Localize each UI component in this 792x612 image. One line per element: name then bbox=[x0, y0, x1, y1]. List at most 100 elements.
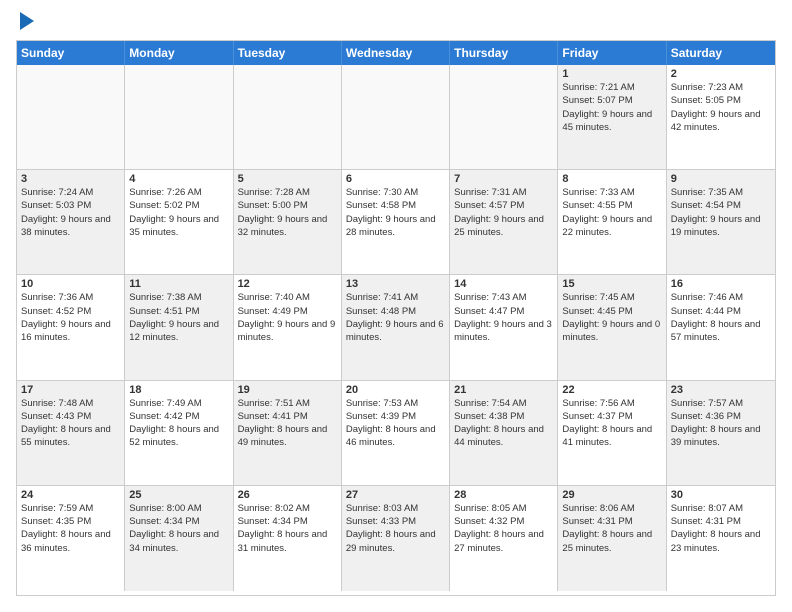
day-cell: 18Sunrise: 7:49 AM Sunset: 4:42 PM Dayli… bbox=[125, 381, 233, 485]
day-info: Sunrise: 8:00 AM Sunset: 4:34 PM Dayligh… bbox=[129, 502, 228, 555]
day-info: Sunrise: 8:06 AM Sunset: 4:31 PM Dayligh… bbox=[562, 502, 661, 555]
day-number: 22 bbox=[562, 384, 661, 396]
day-number: 19 bbox=[238, 384, 337, 396]
weekday-header: Saturday bbox=[667, 41, 775, 65]
calendar: SundayMondayTuesdayWednesdayThursdayFrid… bbox=[16, 40, 776, 596]
day-number: 14 bbox=[454, 278, 553, 290]
day-cell: 10Sunrise: 7:36 AM Sunset: 4:52 PM Dayli… bbox=[17, 275, 125, 379]
day-number: 5 bbox=[238, 173, 337, 185]
day-info: Sunrise: 7:33 AM Sunset: 4:55 PM Dayligh… bbox=[562, 186, 661, 239]
day-number: 20 bbox=[346, 384, 445, 396]
logo-arrow-icon bbox=[20, 12, 34, 30]
page: SundayMondayTuesdayWednesdayThursdayFrid… bbox=[0, 0, 792, 612]
day-number: 6 bbox=[346, 173, 445, 185]
empty-cell bbox=[450, 65, 558, 169]
weekday-header: Sunday bbox=[17, 41, 125, 65]
day-cell: 19Sunrise: 7:51 AM Sunset: 4:41 PM Dayli… bbox=[234, 381, 342, 485]
day-cell: 17Sunrise: 7:48 AM Sunset: 4:43 PM Dayli… bbox=[17, 381, 125, 485]
calendar-body: 1Sunrise: 7:21 AM Sunset: 5:07 PM Daylig… bbox=[17, 65, 775, 591]
day-info: Sunrise: 7:36 AM Sunset: 4:52 PM Dayligh… bbox=[21, 291, 120, 344]
day-info: Sunrise: 7:40 AM Sunset: 4:49 PM Dayligh… bbox=[238, 291, 337, 344]
empty-cell bbox=[234, 65, 342, 169]
weekday-header: Monday bbox=[125, 41, 233, 65]
day-info: Sunrise: 7:46 AM Sunset: 4:44 PM Dayligh… bbox=[671, 291, 771, 344]
day-cell: 20Sunrise: 7:53 AM Sunset: 4:39 PM Dayli… bbox=[342, 381, 450, 485]
day-info: Sunrise: 7:23 AM Sunset: 5:05 PM Dayligh… bbox=[671, 81, 771, 134]
day-info: Sunrise: 8:07 AM Sunset: 4:31 PM Dayligh… bbox=[671, 502, 771, 555]
day-cell: 4Sunrise: 7:26 AM Sunset: 5:02 PM Daylig… bbox=[125, 170, 233, 274]
day-info: Sunrise: 7:49 AM Sunset: 4:42 PM Dayligh… bbox=[129, 397, 228, 450]
day-info: Sunrise: 7:48 AM Sunset: 4:43 PM Dayligh… bbox=[21, 397, 120, 450]
day-cell: 9Sunrise: 7:35 AM Sunset: 4:54 PM Daylig… bbox=[667, 170, 775, 274]
weekday-header: Tuesday bbox=[234, 41, 342, 65]
day-number: 23 bbox=[671, 384, 771, 396]
day-number: 16 bbox=[671, 278, 771, 290]
day-info: Sunrise: 8:05 AM Sunset: 4:32 PM Dayligh… bbox=[454, 502, 553, 555]
calendar-row: 3Sunrise: 7:24 AM Sunset: 5:03 PM Daylig… bbox=[17, 170, 775, 275]
weekday-header: Wednesday bbox=[342, 41, 450, 65]
day-info: Sunrise: 7:51 AM Sunset: 4:41 PM Dayligh… bbox=[238, 397, 337, 450]
day-info: Sunrise: 8:03 AM Sunset: 4:33 PM Dayligh… bbox=[346, 502, 445, 555]
day-number: 13 bbox=[346, 278, 445, 290]
day-cell: 5Sunrise: 7:28 AM Sunset: 5:00 PM Daylig… bbox=[234, 170, 342, 274]
day-info: Sunrise: 7:35 AM Sunset: 4:54 PM Dayligh… bbox=[671, 186, 771, 239]
day-cell: 13Sunrise: 7:41 AM Sunset: 4:48 PM Dayli… bbox=[342, 275, 450, 379]
day-cell: 21Sunrise: 7:54 AM Sunset: 4:38 PM Dayli… bbox=[450, 381, 558, 485]
day-number: 26 bbox=[238, 489, 337, 501]
day-number: 1 bbox=[562, 68, 661, 80]
day-number: 18 bbox=[129, 384, 228, 396]
day-number: 17 bbox=[21, 384, 120, 396]
day-number: 29 bbox=[562, 489, 661, 501]
day-cell: 16Sunrise: 7:46 AM Sunset: 4:44 PM Dayli… bbox=[667, 275, 775, 379]
day-number: 2 bbox=[671, 68, 771, 80]
day-cell: 24Sunrise: 7:59 AM Sunset: 4:35 PM Dayli… bbox=[17, 486, 125, 591]
day-number: 25 bbox=[129, 489, 228, 501]
day-info: Sunrise: 7:38 AM Sunset: 4:51 PM Dayligh… bbox=[129, 291, 228, 344]
day-cell: 25Sunrise: 8:00 AM Sunset: 4:34 PM Dayli… bbox=[125, 486, 233, 591]
day-number: 9 bbox=[671, 173, 771, 185]
day-info: Sunrise: 7:54 AM Sunset: 4:38 PM Dayligh… bbox=[454, 397, 553, 450]
day-info: Sunrise: 7:53 AM Sunset: 4:39 PM Dayligh… bbox=[346, 397, 445, 450]
day-cell: 23Sunrise: 7:57 AM Sunset: 4:36 PM Dayli… bbox=[667, 381, 775, 485]
day-cell: 12Sunrise: 7:40 AM Sunset: 4:49 PM Dayli… bbox=[234, 275, 342, 379]
calendar-row: 24Sunrise: 7:59 AM Sunset: 4:35 PM Dayli… bbox=[17, 486, 775, 591]
day-cell: 30Sunrise: 8:07 AM Sunset: 4:31 PM Dayli… bbox=[667, 486, 775, 591]
day-cell: 26Sunrise: 8:02 AM Sunset: 4:34 PM Dayli… bbox=[234, 486, 342, 591]
day-info: Sunrise: 7:31 AM Sunset: 4:57 PM Dayligh… bbox=[454, 186, 553, 239]
weekday-header: Friday bbox=[558, 41, 666, 65]
day-info: Sunrise: 7:26 AM Sunset: 5:02 PM Dayligh… bbox=[129, 186, 228, 239]
calendar-row: 1Sunrise: 7:21 AM Sunset: 5:07 PM Daylig… bbox=[17, 65, 775, 170]
day-info: Sunrise: 7:57 AM Sunset: 4:36 PM Dayligh… bbox=[671, 397, 771, 450]
day-cell: 15Sunrise: 7:45 AM Sunset: 4:45 PM Dayli… bbox=[558, 275, 666, 379]
day-info: Sunrise: 7:45 AM Sunset: 4:45 PM Dayligh… bbox=[562, 291, 661, 344]
empty-cell bbox=[125, 65, 233, 169]
calendar-row: 17Sunrise: 7:48 AM Sunset: 4:43 PM Dayli… bbox=[17, 381, 775, 486]
day-number: 12 bbox=[238, 278, 337, 290]
day-cell: 6Sunrise: 7:30 AM Sunset: 4:58 PM Daylig… bbox=[342, 170, 450, 274]
day-cell: 22Sunrise: 7:56 AM Sunset: 4:37 PM Dayli… bbox=[558, 381, 666, 485]
day-cell: 1Sunrise: 7:21 AM Sunset: 5:07 PM Daylig… bbox=[558, 65, 666, 169]
day-number: 28 bbox=[454, 489, 553, 501]
calendar-header: SundayMondayTuesdayWednesdayThursdayFrid… bbox=[17, 41, 775, 65]
day-number: 7 bbox=[454, 173, 553, 185]
day-cell: 14Sunrise: 7:43 AM Sunset: 4:47 PM Dayli… bbox=[450, 275, 558, 379]
empty-cell bbox=[17, 65, 125, 169]
day-info: Sunrise: 7:24 AM Sunset: 5:03 PM Dayligh… bbox=[21, 186, 120, 239]
day-number: 4 bbox=[129, 173, 228, 185]
day-cell: 27Sunrise: 8:03 AM Sunset: 4:33 PM Dayli… bbox=[342, 486, 450, 591]
day-info: Sunrise: 7:21 AM Sunset: 5:07 PM Dayligh… bbox=[562, 81, 661, 134]
day-info: Sunrise: 7:59 AM Sunset: 4:35 PM Dayligh… bbox=[21, 502, 120, 555]
calendar-row: 10Sunrise: 7:36 AM Sunset: 4:52 PM Dayli… bbox=[17, 275, 775, 380]
day-cell: 28Sunrise: 8:05 AM Sunset: 4:32 PM Dayli… bbox=[450, 486, 558, 591]
day-number: 8 bbox=[562, 173, 661, 185]
day-info: Sunrise: 7:28 AM Sunset: 5:00 PM Dayligh… bbox=[238, 186, 337, 239]
weekday-header: Thursday bbox=[450, 41, 558, 65]
header bbox=[16, 16, 776, 30]
day-cell: 2Sunrise: 7:23 AM Sunset: 5:05 PM Daylig… bbox=[667, 65, 775, 169]
day-number: 11 bbox=[129, 278, 228, 290]
day-number: 30 bbox=[671, 489, 771, 501]
day-number: 24 bbox=[21, 489, 120, 501]
logo bbox=[16, 16, 34, 30]
day-info: Sunrise: 7:41 AM Sunset: 4:48 PM Dayligh… bbox=[346, 291, 445, 344]
day-number: 3 bbox=[21, 173, 120, 185]
